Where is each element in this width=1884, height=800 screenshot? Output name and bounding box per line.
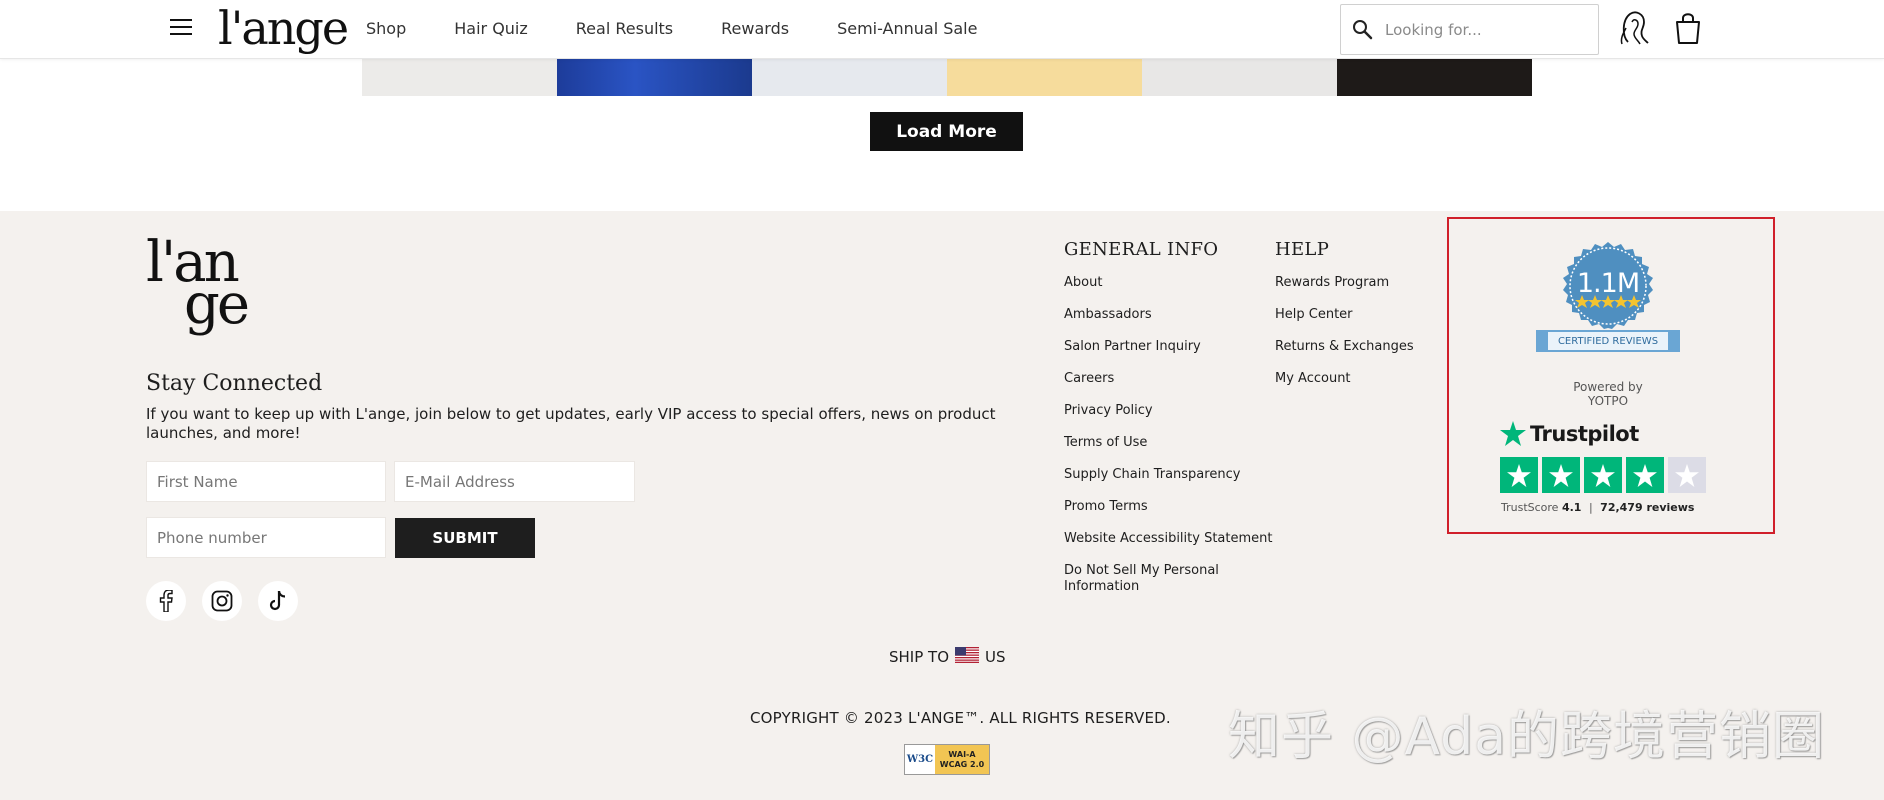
nav-real-results[interactable]: Real Results bbox=[576, 19, 673, 39]
ship-to-label: SHIP TO bbox=[889, 648, 950, 666]
trustpilot-name: Trustpilot bbox=[1530, 421, 1639, 446]
trustscore-label: TrustScore bbox=[1501, 501, 1559, 514]
trustpilot-star-icon bbox=[1500, 421, 1526, 446]
help-list: Rewards Program Help Center Returns & Ex… bbox=[1275, 275, 1435, 403]
us-flag-icon bbox=[955, 647, 980, 667]
facebook-icon[interactable] bbox=[146, 581, 186, 621]
wcag-version-text: WCAG 2.0 bbox=[939, 759, 985, 769]
yotpo-label: CERTIFIED REVIEWS bbox=[1557, 336, 1659, 347]
submit-button[interactable]: SUBMIT bbox=[395, 518, 535, 558]
footer-link-about[interactable]: About bbox=[1064, 275, 1284, 291]
main-nav: Shop Hair Quiz Real Results Rewards Semi… bbox=[366, 19, 1025, 39]
ship-to-country: US bbox=[985, 648, 1006, 666]
trustpilot-score: TrustScore 4.1 | 72,479 reviews bbox=[1501, 501, 1695, 514]
product-image[interactable] bbox=[947, 59, 1142, 96]
footer-link-rewards-program[interactable]: Rewards Program bbox=[1275, 275, 1435, 291]
nav-shop[interactable]: Shop bbox=[366, 19, 406, 39]
footer-link-promo-terms[interactable]: Promo Terms bbox=[1064, 499, 1284, 515]
footer-link-my-account[interactable]: My Account bbox=[1275, 371, 1435, 387]
footer-link-returns[interactable]: Returns & Exchanges bbox=[1275, 339, 1435, 355]
cart-icon[interactable] bbox=[1668, 6, 1708, 50]
search-icon[interactable] bbox=[1341, 19, 1385, 41]
product-image[interactable] bbox=[752, 59, 947, 96]
trustpilot-stars bbox=[1500, 457, 1706, 493]
phone-field[interactable] bbox=[146, 517, 386, 558]
nav-hair-quiz[interactable]: Hair Quiz bbox=[454, 19, 528, 39]
product-image[interactable] bbox=[1142, 59, 1337, 96]
star-empty-icon bbox=[1668, 457, 1706, 493]
star-icon bbox=[1542, 457, 1580, 493]
product-image[interactable] bbox=[557, 59, 752, 96]
instagram-icon[interactable] bbox=[202, 581, 242, 621]
load-more-button[interactable]: Load More bbox=[870, 112, 1023, 151]
star-icon bbox=[1584, 457, 1622, 493]
footer-link-help-center[interactable]: Help Center bbox=[1275, 307, 1435, 323]
wcag-level-text: WAI-A bbox=[948, 749, 976, 759]
nav-rewards[interactable]: Rewards bbox=[721, 19, 789, 39]
star-icon bbox=[1626, 457, 1664, 493]
nav-semi-annual-sale[interactable]: Semi-Annual Sale bbox=[837, 19, 977, 39]
wcag-level: WAI-A WCAG 2.0 bbox=[935, 745, 989, 774]
yotpo-badge[interactable]: 1.1M CERTIFIED REVIEWS bbox=[1532, 240, 1684, 360]
account-icon[interactable] bbox=[1614, 6, 1654, 50]
footer-link-privacy[interactable]: Privacy Policy bbox=[1064, 403, 1284, 419]
help-title: HELP bbox=[1275, 239, 1330, 260]
first-name-field[interactable] bbox=[146, 461, 386, 502]
footer-link-ambassadors[interactable]: Ambassadors bbox=[1064, 307, 1284, 323]
search-input[interactable] bbox=[1385, 20, 1575, 39]
footer-logo[interactable]: l'an ge bbox=[146, 235, 250, 337]
yotpo-powered-text: Powered by YOTPO bbox=[1573, 380, 1643, 408]
footer-link-accessibility[interactable]: Website Accessibility Statement bbox=[1064, 531, 1284, 547]
trustpilot-logo[interactable]: Trustpilot bbox=[1500, 421, 1639, 446]
footer-link-salon-partner[interactable]: Salon Partner Inquiry bbox=[1064, 339, 1284, 355]
general-info-list: About Ambassadors Salon Partner Inquiry … bbox=[1064, 275, 1284, 611]
footer-logo-line2: ge bbox=[184, 272, 250, 337]
site-logo[interactable]: l'ange bbox=[218, 0, 349, 56]
general-info-title: GENERAL INFO bbox=[1064, 239, 1219, 260]
w3c-mark: W3C bbox=[906, 754, 934, 765]
footer-link-supply-chain[interactable]: Supply Chain Transparency bbox=[1064, 467, 1284, 483]
watermark-text: 知乎 @Ada的跨境营销圈 bbox=[1228, 707, 1826, 767]
product-image[interactable] bbox=[1337, 59, 1532, 96]
footer-link-do-not-sell[interactable]: Do Not Sell My Personal Information bbox=[1064, 563, 1234, 595]
copyright-text: COPYRIGHT © 2023 L'ANGE™. ALL RIGHTS RES… bbox=[750, 709, 1171, 727]
footer-link-careers[interactable]: Careers bbox=[1064, 371, 1284, 387]
stay-connected-text: If you want to keep up with L'ange, join… bbox=[146, 405, 996, 442]
trustpilot-reviews: 72,479 reviews bbox=[1600, 501, 1695, 514]
site-header: l'ange Shop Hair Quiz Real Results Rewar… bbox=[0, 0, 1884, 59]
star-icon bbox=[1500, 457, 1538, 493]
tiktok-icon[interactable] bbox=[258, 581, 298, 621]
product-image-strip bbox=[362, 59, 1532, 96]
stay-connected-title: Stay Connected bbox=[146, 371, 323, 396]
wcag-badge[interactable]: W3C WAI-A WCAG 2.0 bbox=[904, 744, 990, 775]
trustscore-value: 4.1 bbox=[1561, 501, 1582, 514]
product-image[interactable] bbox=[362, 59, 557, 96]
email-field[interactable] bbox=[394, 461, 635, 502]
ship-to-selector[interactable]: SHIP TO US bbox=[889, 647, 1006, 667]
menu-icon[interactable] bbox=[170, 19, 192, 37]
yotpo-count: 1.1M bbox=[1576, 268, 1640, 299]
footer-link-terms[interactable]: Terms of Use bbox=[1064, 435, 1284, 451]
search-box[interactable] bbox=[1340, 4, 1599, 55]
